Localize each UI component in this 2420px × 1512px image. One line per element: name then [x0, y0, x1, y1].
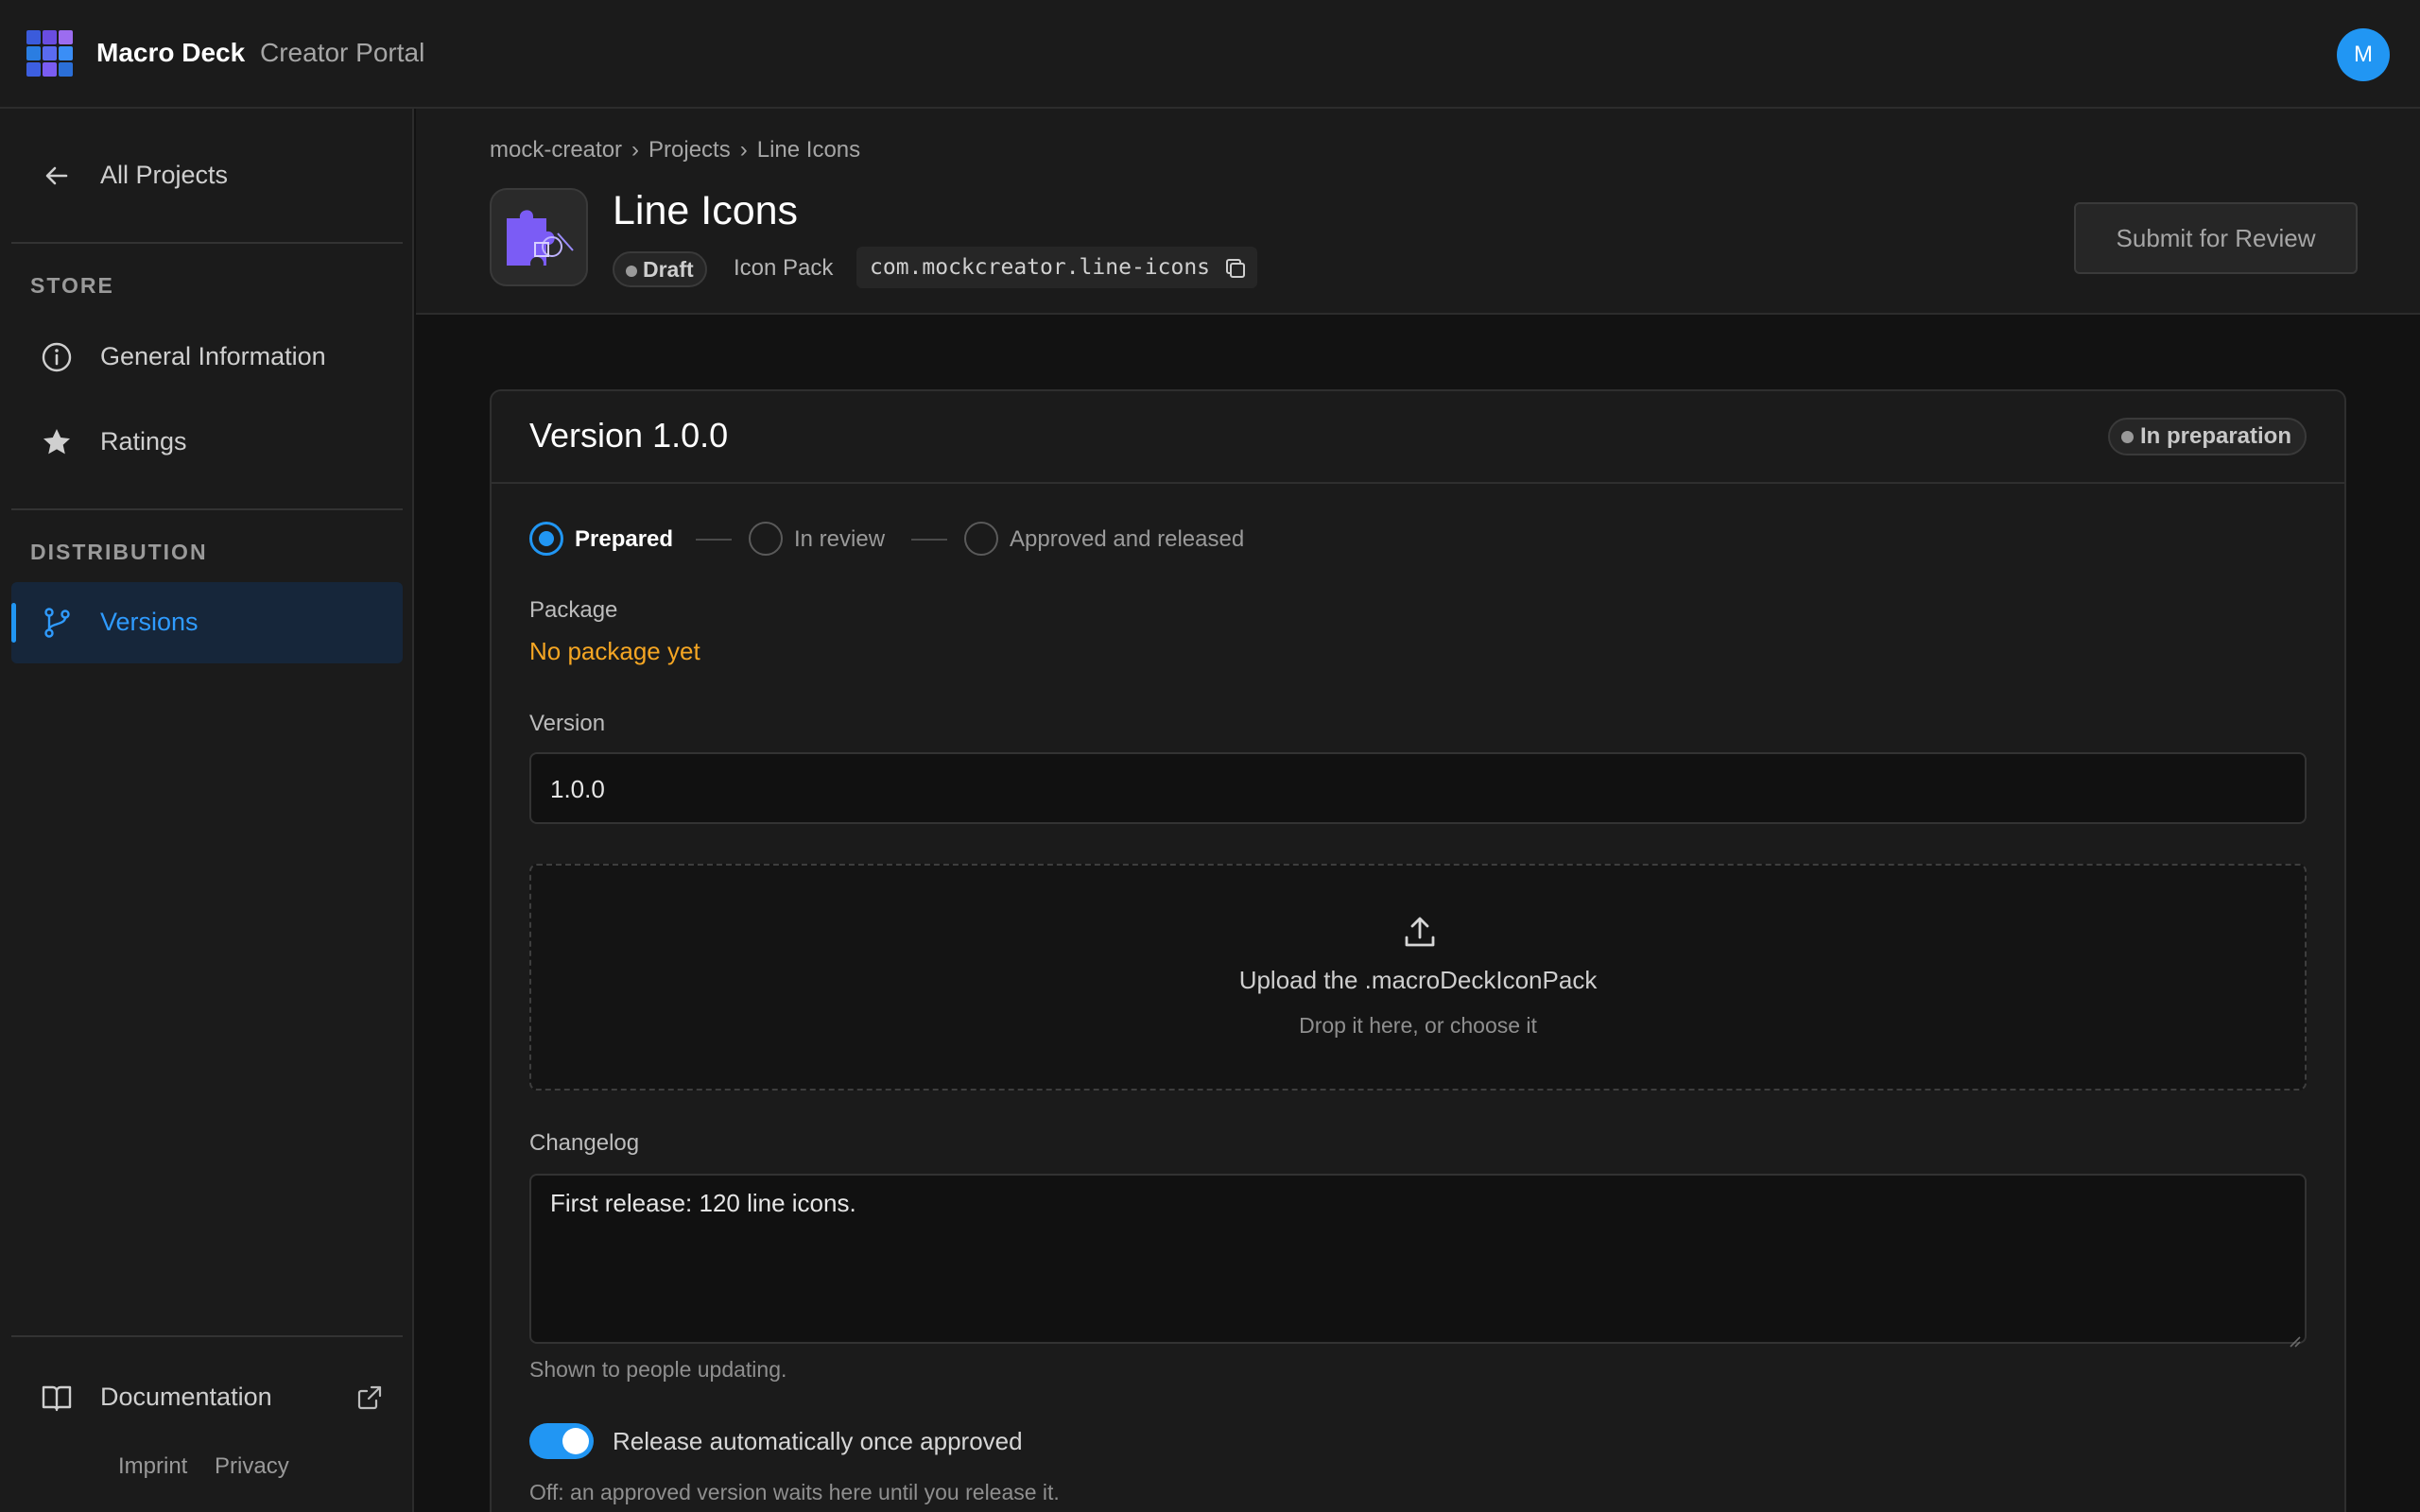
imprint-link[interactable]: Imprint [118, 1453, 187, 1479]
user-avatar[interactable]: M [2337, 28, 2390, 81]
project-title: Line Icons [613, 188, 799, 233]
sidebar-item-general-information[interactable]: General Information [11, 317, 403, 398]
documentation-label: Documentation [100, 1383, 272, 1411]
documentation-link[interactable]: Documentation [11, 1357, 403, 1438]
step-indicator [749, 522, 783, 556]
package-upload-dropzone[interactable]: Upload the .macroDeckIconPack Drop it he… [529, 864, 2307, 1091]
app-subtitle: Creator Portal [260, 38, 425, 67]
info-icon [40, 340, 74, 374]
footer-links: Imprint Privacy [118, 1453, 310, 1480]
star-icon [40, 425, 74, 459]
step-indicator [964, 522, 998, 556]
sidebar-item-ratings[interactable]: Ratings [11, 402, 403, 483]
breadcrumb: mock-creator › Projects › Line Icons [490, 137, 860, 163]
store-heading: STORE [30, 273, 114, 298]
version-card-header: Version 1.0.0 In preparation [492, 391, 2344, 484]
back-to-all-projects[interactable]: All Projects [11, 135, 403, 216]
branch-icon [40, 606, 74, 640]
privacy-link[interactable]: Privacy [215, 1453, 289, 1479]
version-input[interactable]: 1.0.0 [529, 752, 2307, 824]
package-id: com.mockcreator.line-icons [856, 247, 1258, 288]
project-header: mock-creator › Projects › Line Icons Line Ic… [416, 109, 2420, 315]
package-id-text: com.mockcreator.line-icons [870, 255, 1211, 280]
step-label: Approved and released [1010, 526, 1245, 552]
version-card: Version 1.0.0 In preparation Prepared In… [490, 389, 2346, 1512]
sidebar-divider [11, 1335, 403, 1337]
version-title: Version 1.0.0 [529, 416, 729, 455]
sidebar-item-label: Versions [100, 608, 199, 636]
back-label: All Projects [100, 161, 229, 189]
package-label: Package [529, 597, 618, 623]
upload-icon [1401, 913, 1439, 951]
breadcrumb-separator: › [739, 137, 748, 163]
step-connector [696, 539, 732, 541]
breadcrumb-projects[interactable]: Projects [648, 137, 731, 163]
arrow-left-icon [40, 159, 74, 193]
project-kind: Icon Pack [734, 255, 834, 281]
copy-icon[interactable] [1223, 256, 1248, 281]
project-icon [490, 188, 588, 286]
external-link-icon [355, 1383, 384, 1412]
sidebar-divider [11, 242, 403, 244]
upload-subtitle: Drop it here, or choose it [1299, 1013, 1537, 1038]
submit-for-review-button[interactable]: Submit for Review [2074, 202, 2358, 274]
changelog-label: Changelog [529, 1130, 640, 1156]
upload-title: Upload the .macroDeckIconPack [1238, 966, 1598, 994]
step-label: In review [794, 526, 886, 552]
breadcrumb-separator: › [631, 137, 640, 163]
changelog-textarea[interactable]: First release: 120 line icons. [529, 1174, 2307, 1348]
draft-status-badge: Draft [613, 251, 707, 287]
top-bar: Macro Deck Creator Portal M [0, 0, 2420, 109]
breadcrumb-current: Line Icons [756, 137, 861, 163]
sidebar-item-label: Ratings [100, 427, 187, 455]
version-label: Version [529, 711, 606, 736]
distribution-heading: DISTRIBUTION [30, 540, 208, 564]
changelog-help: Shown to people updating. [529, 1357, 787, 1382]
step-label: Prepared [575, 526, 674, 552]
breadcrumb-creator[interactable]: mock-creator [490, 137, 622, 163]
resize-handle-icon[interactable] [2288, 1325, 2301, 1348]
macro-deck-logo[interactable] [26, 30, 74, 77]
sidebar: All Projects STORE General Information R… [0, 109, 414, 1512]
step-connector [911, 539, 947, 541]
changelog-text: First release: 120 line icons. [550, 1189, 856, 1217]
auto-release-help: Off: an approved version waits here unti… [529, 1480, 1060, 1504]
app-brand[interactable]: Macro Deck [96, 38, 245, 68]
auto-release-toggle[interactable] [529, 1423, 594, 1459]
package-status: No package yet [529, 637, 700, 665]
sidebar-item-versions[interactable]: Versions [11, 582, 403, 663]
step-indicator [529, 522, 563, 556]
sidebar-item-label: General Information [100, 342, 326, 370]
version-status-badge: In preparation [2107, 418, 2307, 455]
auto-release-label: Release automatically once approved [613, 1427, 1023, 1455]
sidebar-divider [11, 508, 403, 510]
book-icon [40, 1381, 74, 1415]
